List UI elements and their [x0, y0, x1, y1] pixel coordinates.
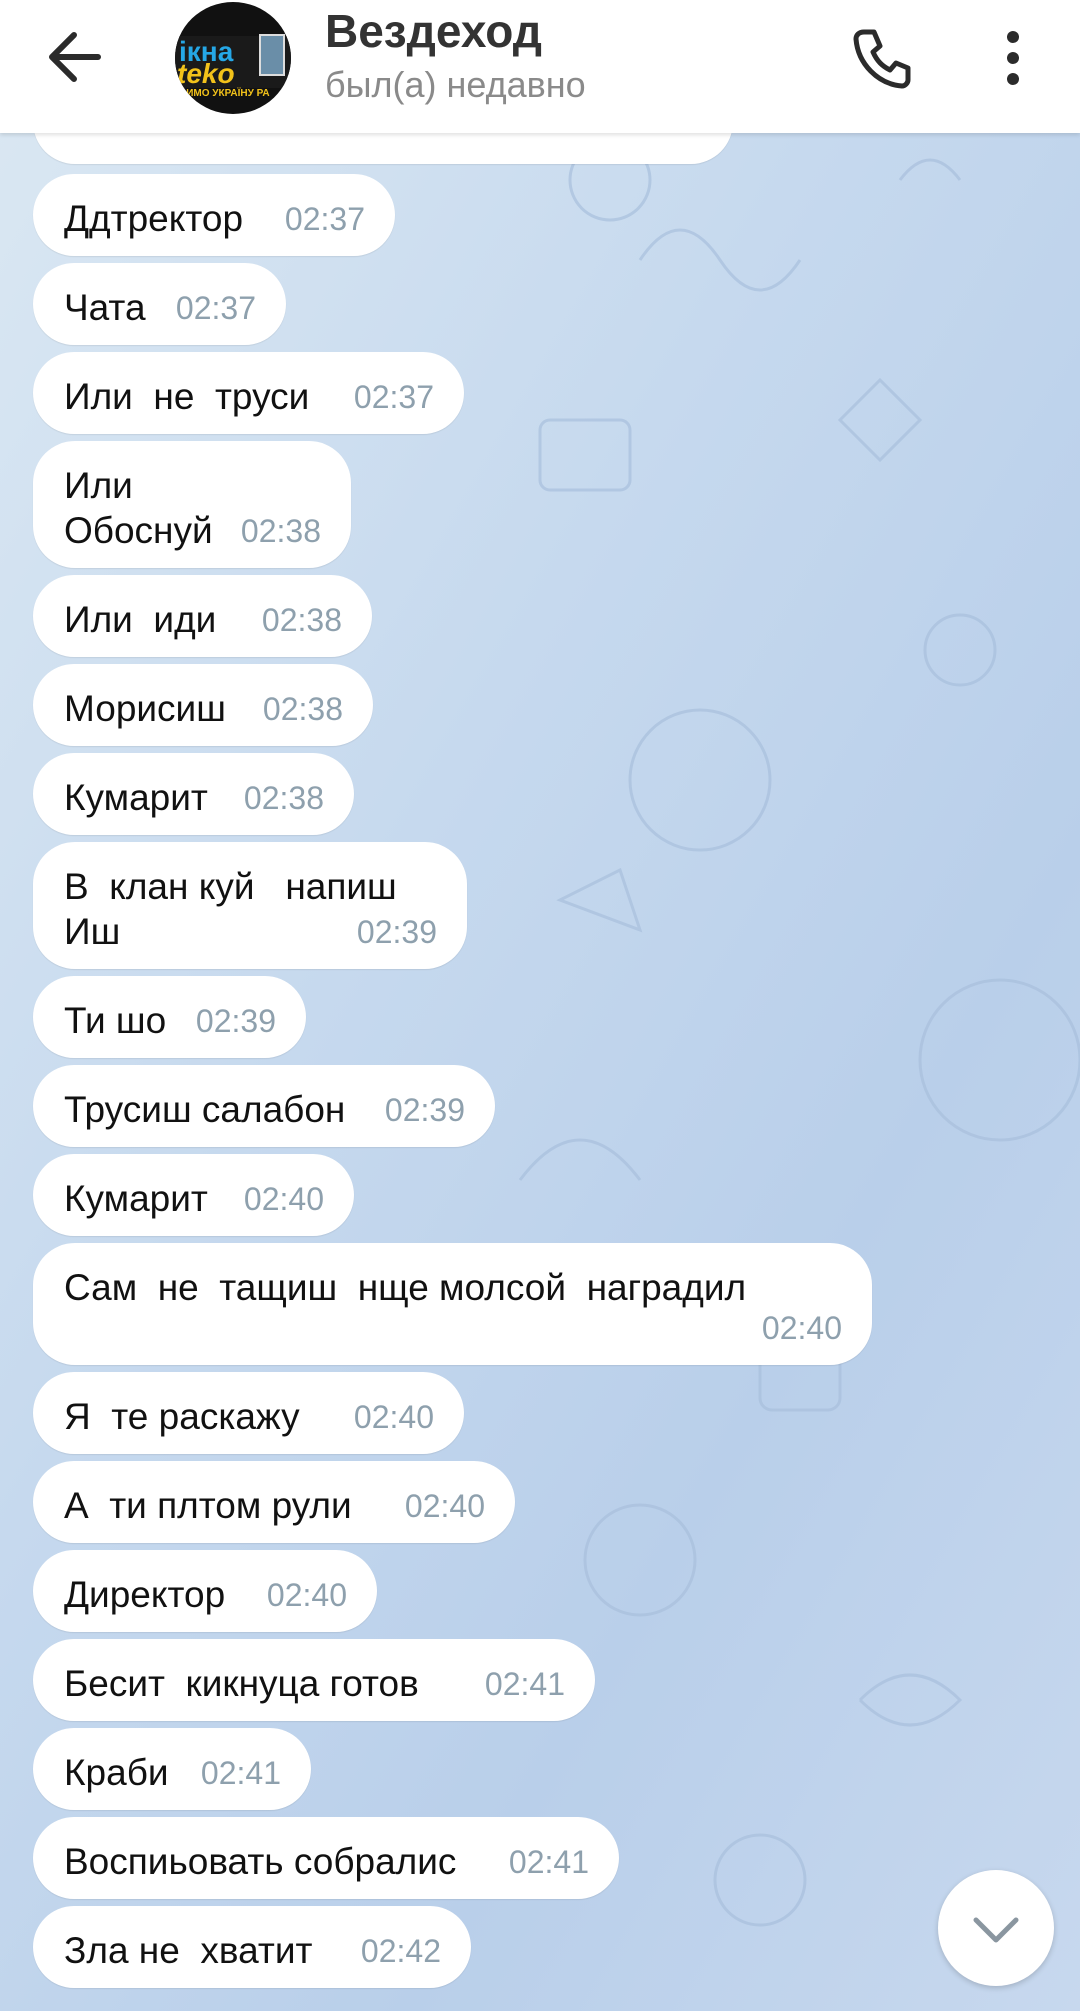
message-time: 02:37 [175, 290, 256, 326]
message-time: 02:41 [200, 1755, 281, 1791]
message-text: А ти плтом рули [64, 1485, 352, 1526]
chat-title[interactable]: Вездеход [325, 4, 542, 58]
message-text: Ти шо [64, 1000, 167, 1041]
message-bubble[interactable]: Или не труси 02:37 [33, 352, 464, 434]
message-text: Директор [64, 1574, 226, 1615]
message-time: 02:41 [484, 1666, 565, 1702]
call-button[interactable] [850, 26, 914, 90]
message-text: Сам не тащиш нще молсой наградил [64, 1267, 747, 1308]
message-bubble[interactable]: В клан куй напиш Иш 02:39 [33, 842, 467, 969]
message-text: Кумарит [64, 777, 208, 818]
message-bubble[interactable]: Ти шо 02:39 [33, 976, 306, 1058]
window-icon [259, 34, 285, 76]
message-text: Морисиш [64, 688, 226, 729]
message-time: 02:39 [195, 1003, 276, 1039]
more-vertical-icon [1007, 31, 1019, 85]
message-time: 02:37 [353, 379, 434, 415]
message-time: 02:40 [353, 1399, 434, 1435]
message-time: 02:42 [360, 1933, 441, 1969]
message-time: 02:41 [508, 1844, 589, 1880]
message-bubble[interactable]: Чата 02:37 [33, 263, 286, 345]
more-options-button[interactable] [988, 26, 1038, 90]
message-text: Зла не хватит [64, 1930, 313, 1971]
message-bubble[interactable]: Кумарит 02:40 [33, 1154, 354, 1236]
message-text: Или Обоснуй [64, 465, 213, 551]
message-bubble[interactable]: Или Обоснуй 02:38 [33, 441, 351, 568]
message-text: Ддтректор [64, 198, 244, 239]
message-text: Или не труси [64, 376, 310, 417]
scroll-to-bottom-button[interactable] [938, 1870, 1054, 1986]
back-button[interactable] [40, 27, 110, 87]
message-bubble[interactable]: Или иди 02:38 [33, 575, 372, 657]
message-list[interactable]: Ддтректор 02:37 Чата 02:37 Или не труси … [0, 0, 1080, 2011]
message-bubble[interactable]: Краби 02:41 [33, 1728, 311, 1810]
message-bubble[interactable]: А ти плтом рули 02:40 [33, 1461, 515, 1543]
message-text: Кумарит [64, 1178, 208, 1219]
message-bubble[interactable]: Сам не тащиш нще молсой наградил 02:40 [33, 1243, 872, 1365]
message-time: 02:40 [404, 1488, 485, 1524]
message-time: 02:38 [240, 513, 321, 549]
message-bubble[interactable]: Ддтректор 02:37 [33, 174, 395, 256]
avatar-text-2: teko [177, 58, 235, 89]
chat-header: ікна teko ВИМО УКРАЇНУ РА Вездеход был(а… [0, 0, 1080, 133]
message-bubble[interactable]: Морисиш 02:38 [33, 664, 373, 746]
message-time: 02:40 [243, 1181, 324, 1217]
message-time: 02:38 [261, 602, 342, 638]
message-time: 02:37 [284, 201, 365, 237]
message-time: 02:38 [262, 691, 343, 727]
message-text: Я те раскажу [64, 1396, 300, 1437]
message-time: 02:38 [243, 780, 324, 816]
chevron-down-icon [973, 1917, 1019, 1943]
message-time: 02:40 [266, 1577, 347, 1613]
message-bubble[interactable]: Воспиьовать собралис 02:41 [33, 1817, 619, 1899]
message-bubble[interactable]: Зла не хватит 02:42 [33, 1906, 471, 1988]
message-bubble[interactable]: Бесит кикнуца готов 02:41 [33, 1639, 595, 1721]
message-time: 02:39 [356, 914, 437, 950]
message-bubble[interactable]: Я те раскажу 02:40 [33, 1372, 464, 1454]
message-text: Или иди [64, 599, 217, 640]
avatar[interactable]: ікна teko ВИМО УКРАЇНУ РА [175, 2, 291, 114]
avatar-text-3: ВИМО УКРАЇНУ РА [179, 88, 270, 99]
message-bubble[interactable]: Директор 02:40 [33, 1550, 377, 1632]
message-text: Бесит кикнуца готов [64, 1663, 419, 1704]
message-time: 02:40 [761, 1310, 842, 1346]
message-text: Краби [64, 1752, 169, 1793]
message-text: Воспиьовать собралис [64, 1841, 457, 1882]
message-text: Чата [64, 287, 146, 328]
arrow-left-icon [49, 32, 101, 82]
phone-icon [853, 29, 911, 89]
message-time: 02:39 [384, 1092, 465, 1128]
chat-status: был(а) недавно [325, 64, 586, 105]
message-text: Трусиш салабон [64, 1089, 346, 1130]
message-text: В клан куй напиш Иш [64, 866, 397, 952]
message-bubble[interactable]: Кумарит 02:38 [33, 753, 354, 835]
message-bubble[interactable]: Трусиш салабон 02:39 [33, 1065, 495, 1147]
